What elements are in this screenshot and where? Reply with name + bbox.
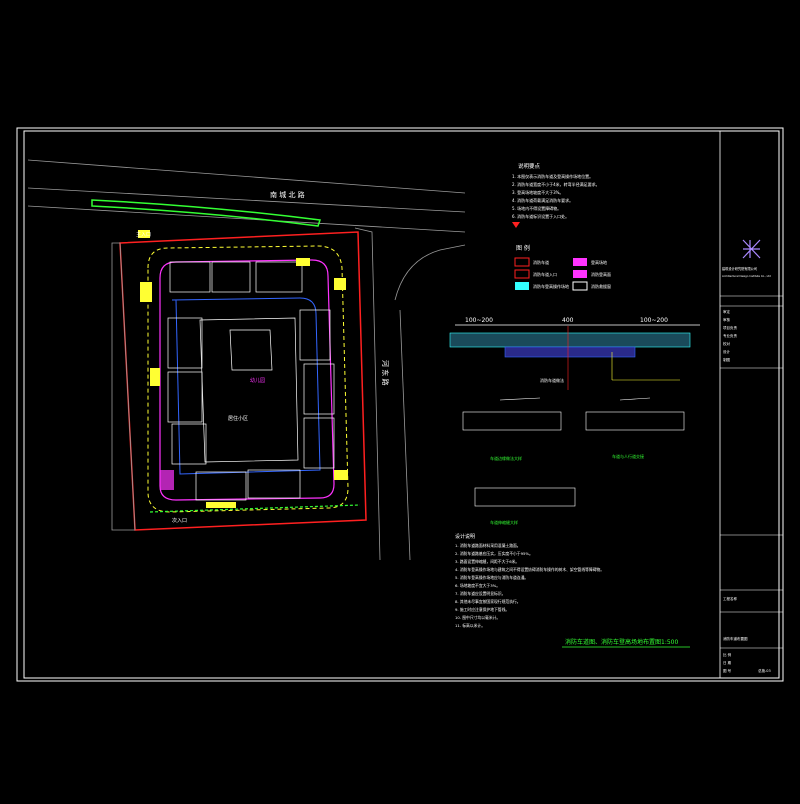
project-name: 工程名称 xyxy=(723,596,737,601)
outer-frame xyxy=(16,127,784,682)
east-road xyxy=(354,227,466,561)
title-row: 专业负责 xyxy=(723,333,737,338)
west-strip xyxy=(111,242,136,531)
note-item: 1. 本图仅表示消防车道及登高操作场地位置。 xyxy=(512,173,593,179)
entrance-label-2: 次入口 xyxy=(172,517,187,524)
drawing-main-title: 消防车道图、消防车登高场地布置图1:500 xyxy=(565,638,678,646)
title-row: 校对 xyxy=(723,341,731,346)
note-item: 5. 场地内不得设置障碍物。 xyxy=(512,205,561,211)
legend-swatch xyxy=(572,281,588,291)
company-name: 建筑设计研究院有限公司 xyxy=(722,266,757,271)
north-road-label: 南 城 北 路 xyxy=(270,190,305,199)
dim-mid: 400 xyxy=(562,317,574,324)
title-footer: 日 期 xyxy=(723,660,732,665)
cad-drawing: 南 城 北 路 河 东 路 居住小区 幼儿园 主入口 次入口 说明要点 1. 本… xyxy=(0,0,800,800)
inner-frame xyxy=(23,130,780,679)
legend-swatch xyxy=(514,269,530,279)
notes-title: 说明要点 xyxy=(518,162,541,170)
note-item: 4. 消防车道荷载满足消防车要求。 xyxy=(512,197,573,203)
north-road xyxy=(27,159,466,233)
entrance-arrow-icon xyxy=(512,222,520,228)
legend-item: 消防车登高操作场地 xyxy=(533,283,569,289)
legend-title: 图 例 xyxy=(516,244,530,252)
legend-item: 登高场地 xyxy=(591,259,607,265)
title-row: 审定 xyxy=(723,309,731,314)
detail-2-label: 车道与人行道交接 xyxy=(612,453,644,459)
design-note: 3. 路面设置伸缩缝，间距不大于6米。 xyxy=(455,559,519,564)
east-road-label: 河 东 路 xyxy=(381,360,390,385)
legend-item: 消防车道 xyxy=(533,259,549,265)
green-edge-south xyxy=(149,504,361,513)
design-note: 6. 场地坡度不宜大于3%。 xyxy=(455,583,500,588)
company-logo-icon xyxy=(742,239,761,259)
legend-swatch xyxy=(573,258,587,266)
dim-right: 100~200 xyxy=(640,317,668,324)
title-row: 项目负责 xyxy=(723,325,737,330)
legend-item: 消防车道入口 xyxy=(533,271,557,277)
design-note: 10. 图中尺寸均以毫米计。 xyxy=(455,615,500,620)
dim-left: 100~200 xyxy=(465,317,493,324)
design-note: 1. 消防车道路面材料采用混凝土路面。 xyxy=(455,543,521,548)
title-block: 建筑设计研究院有限公司 Architectural Design Institu… xyxy=(719,131,783,678)
hedge-band xyxy=(91,199,322,227)
title-row: 审核 xyxy=(723,317,731,322)
detail-drawings xyxy=(462,397,685,507)
section-drawing: 100~200 400 100~200 消防车道做法 xyxy=(449,317,700,390)
building-label: 幼儿园 xyxy=(250,377,265,384)
design-note: 4. 消防车登高操作场地与建筑之间不得设置妨碍消防车操作的树木、架空管线等障碍物… xyxy=(455,567,604,572)
note-item: 3. 登高场地坡度不大于3%。 xyxy=(512,189,563,195)
site-label: 居住小区 xyxy=(228,415,248,422)
design-note: 2. 消防车道路基应压实，压实度不小于95%。 xyxy=(455,551,533,556)
note-item: 6. 消防车道标识设置于入口处。 xyxy=(512,213,569,219)
entrance-label: 主入口 xyxy=(136,231,151,238)
design-note: 8. 其他未尽事宜按国家现行规范执行。 xyxy=(455,599,521,604)
section-label: 消防车道做法 xyxy=(540,377,564,383)
legend-swatch xyxy=(514,257,530,267)
detail-1-label: 车道边缘做法大样 xyxy=(490,455,522,461)
detail-3-label: 车道伸缩缝大样 xyxy=(490,519,518,525)
title-row: 设计 xyxy=(723,349,731,354)
design-note: 7. 消防车道应设置明显标识。 xyxy=(455,591,505,596)
drawing-canvas: 南 城 北 路 河 东 路 居住小区 幼儿园 主入口 次入口 说明要点 1. 本… xyxy=(16,127,784,682)
legend-swatch xyxy=(573,270,587,278)
legend-item: 消防登高面 xyxy=(591,271,611,277)
design-notes-title: 设计说明 xyxy=(455,533,475,540)
design-note: 9. 施工时应注意保护地下管线。 xyxy=(455,607,509,612)
notes-top: 说明要点 1. 本图仅表示消防车道及登高操作场地位置。 2. 消防车道宽度不小于… xyxy=(512,162,600,228)
design-notes: 设计说明 1. 消防车道路面材料采用混凝土路面。 2. 消防车道路基应压实，压实… xyxy=(455,533,604,628)
design-note: 5. 消防车登高操作场地应与消防车道连通。 xyxy=(455,575,528,580)
legend: 图 例 消防车道 登高场地 消防车道入口 消防登高面 消防车登高操作场地 消防救… xyxy=(514,244,611,291)
title-footer: 比 例 xyxy=(723,652,732,657)
legend-item: 消防救援窗 xyxy=(591,283,611,289)
sheet-number: 总施-03 xyxy=(758,668,771,673)
company-name-en: Architectural Design Institute Co., Ltd xyxy=(722,274,771,278)
title-footer: 图 号 xyxy=(723,668,732,673)
title-row: 制图 xyxy=(723,357,731,362)
entrance-markers xyxy=(138,230,348,508)
drawing-title: 消防车道布置图 xyxy=(723,636,748,641)
legend-swatch xyxy=(515,282,529,290)
note-item: 2. 消防车道宽度不小于4米，转弯半径满足要求。 xyxy=(512,181,600,187)
design-note: 11. 标高以米计。 xyxy=(455,623,485,628)
